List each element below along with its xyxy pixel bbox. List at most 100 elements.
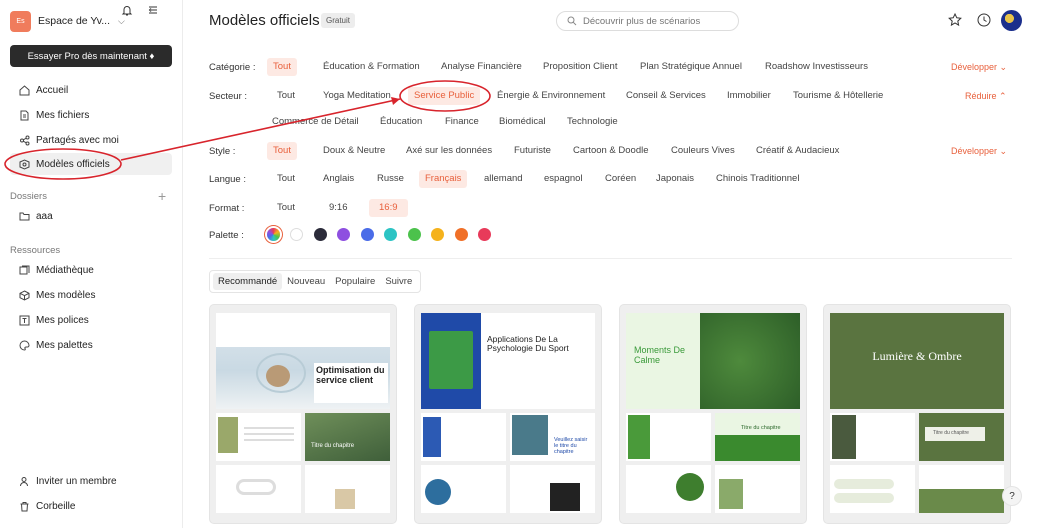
try-pro-button[interactable]: Essayer Pro dès maintenant ♦ <box>10 45 172 67</box>
history-icon[interactable] <box>976 12 992 28</box>
workspace-name: Espace de Yv... <box>38 15 110 27</box>
sector-option[interactable]: Finance <box>439 113 485 131</box>
expand-style-toggle[interactable]: Développer ⌄ <box>951 146 1007 157</box>
category-option[interactable]: Analyse Financière <box>435 58 528 76</box>
template-card[interactable]: Moments De Calme Titre du chapitre <box>619 304 807 524</box>
nav-my-templates[interactable]: Mes modèles <box>10 284 172 306</box>
add-folder-icon[interactable]: + <box>158 188 166 204</box>
sector-option[interactable]: Commerce de Détail <box>266 113 365 131</box>
slide-thumb: Titre du chapitre <box>919 413 1004 461</box>
palette-icon <box>17 338 31 352</box>
sector-option[interactable]: Tout <box>271 87 301 105</box>
workspace-switcher[interactable]: Es Espace de Yv... ⌵ <box>10 10 125 32</box>
style-option[interactable]: Créatif & Audacieux <box>750 142 845 160</box>
collapse-sector-toggle[interactable]: Réduire ⌃ <box>965 91 1007 102</box>
help-button[interactable]: ? <box>1002 486 1022 506</box>
format-option[interactable]: Tout <box>271 199 301 217</box>
slide-thumb: Titre du chapitre <box>305 413 390 461</box>
language-option[interactable]: Français <box>419 170 468 188</box>
tab-popular[interactable]: Populaire <box>330 273 380 290</box>
invite-member[interactable]: Inviter un membre <box>10 470 172 492</box>
font-icon <box>17 313 31 327</box>
template-card[interactable]: Optimisation du service client Titre du … <box>209 304 397 524</box>
category-option[interactable]: Plan Stratégique Annuel <box>634 58 748 76</box>
palette-swatch[interactable] <box>478 228 491 241</box>
format-option[interactable]: 9:16 <box>323 199 354 217</box>
nav-label: Accueil <box>36 84 69 96</box>
language-option[interactable]: Coréen <box>599 170 642 188</box>
template-card[interactable]: Lumière & Ombre Titre du chapitre <box>823 304 1011 524</box>
nav-official-templates[interactable]: Modèles officiels <box>10 153 172 175</box>
palette-swatch[interactable] <box>360 228 374 241</box>
palette-swatch[interactable] <box>384 228 397 241</box>
sector-option[interactable]: Service Public <box>408 87 481 105</box>
nav-shared[interactable]: Partagés avec moi <box>10 129 172 151</box>
palette-swatch[interactable] <box>313 228 327 241</box>
nav-home[interactable]: Accueil <box>10 79 172 101</box>
style-option[interactable]: Cartoon & Doodle <box>567 142 655 160</box>
style-filter: Style : Tout Doux & Neutre Axé sur les d… <box>209 142 1012 160</box>
palette-swatch[interactable] <box>431 228 444 241</box>
language-option[interactable]: Russe <box>371 170 410 188</box>
category-option[interactable]: Proposition Client <box>537 58 623 76</box>
nav-media-library[interactable]: Médiathèque <box>10 259 172 281</box>
category-filter: Catégorie : Tout Éducation & Formation A… <box>209 58 1012 76</box>
category-option[interactable]: Roadshow Investisseurs <box>759 58 874 76</box>
sector-option[interactable]: Conseil & Services <box>620 87 712 105</box>
slide-thumb <box>510 465 595 513</box>
expand-category-toggle[interactable]: Développer ⌄ <box>951 62 1007 73</box>
card-title: Lumière & Ombre <box>872 349 962 363</box>
sector-option[interactable]: Énergie & Environnement <box>491 87 611 105</box>
palette-all-swatch[interactable] <box>267 228 280 241</box>
sector-option[interactable]: Technologie <box>561 113 624 131</box>
tab-following[interactable]: Suivre <box>380 273 417 290</box>
language-option[interactable]: Tout <box>271 170 301 188</box>
style-option[interactable]: Tout <box>267 142 297 160</box>
sector-option[interactable]: Tourisme & Hôtellerie <box>787 87 889 105</box>
language-option[interactable]: Japonais <box>650 170 700 188</box>
slide-caption: Veuillez saisir le titre du chapitre <box>554 437 588 455</box>
category-option[interactable]: Éducation & Formation <box>317 58 426 76</box>
sector-filter: Secteur : Tout Yoga Meditation Service P… <box>209 87 1012 105</box>
sector-option[interactable]: Immobilier <box>721 87 777 105</box>
star-icon[interactable] <box>947 12 963 28</box>
folder-item[interactable]: aaa <box>10 205 172 227</box>
style-option[interactable]: Axé sur les données <box>400 142 498 160</box>
language-option[interactable]: Chinois Traditionnel <box>710 170 805 188</box>
bell-icon[interactable] <box>120 3 134 17</box>
sector-option[interactable]: Biomédical <box>493 113 551 131</box>
slide-thumb <box>216 465 301 513</box>
slide-thumb <box>421 465 506 513</box>
category-option[interactable]: Tout <box>267 58 297 76</box>
user-avatar[interactable] <box>1001 10 1022 31</box>
search-input[interactable] <box>583 15 733 27</box>
search-bar[interactable] <box>556 11 739 31</box>
sector-option[interactable]: Yoga Meditation <box>317 87 397 105</box>
trash[interactable]: Corbeille <box>10 495 172 517</box>
style-option[interactable]: Futuriste <box>508 142 557 160</box>
collapse-sidebar-icon[interactable] <box>146 3 160 17</box>
card-title: Moments De Calme <box>634 345 686 365</box>
palette-swatch[interactable] <box>454 228 468 241</box>
palette-swatch[interactable] <box>290 228 303 241</box>
tab-new[interactable]: Nouveau <box>282 273 330 290</box>
palette-swatch[interactable] <box>337 228 350 241</box>
divider <box>209 258 1012 259</box>
tab-recommended[interactable]: Recommandé <box>213 273 283 290</box>
palette-swatch[interactable] <box>407 228 421 241</box>
language-option[interactable]: allemand <box>478 170 529 188</box>
share-icon <box>17 133 31 147</box>
sort-tabs: Recommandé Nouveau Populaire Suivre <box>209 270 422 293</box>
nav-label: Corbeille <box>36 500 76 512</box>
home-icon <box>17 83 31 97</box>
template-card[interactable]: Applications De La Psychologie Du Sport … <box>414 304 602 524</box>
format-option[interactable]: 16:9 <box>369 199 408 217</box>
nav-my-palettes[interactable]: Mes palettes <box>10 334 172 356</box>
language-option[interactable]: espagnol <box>538 170 589 188</box>
style-option[interactable]: Doux & Neutre <box>317 142 391 160</box>
nav-my-fonts[interactable]: Mes polices <box>10 309 172 331</box>
sector-option[interactable]: Éducation <box>374 113 428 131</box>
style-option[interactable]: Couleurs Vives <box>665 142 741 160</box>
nav-my-files[interactable]: Mes fichiers <box>10 104 172 126</box>
language-option[interactable]: Anglais <box>317 170 360 188</box>
